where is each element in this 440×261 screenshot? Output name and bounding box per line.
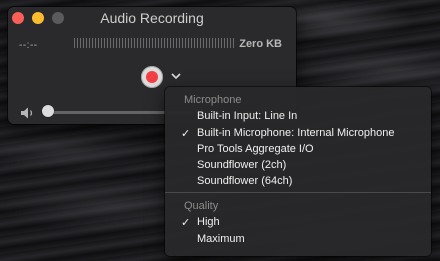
window-title: Audio Recording: [100, 10, 204, 26]
menu-item-soundflower-2ch[interactable]: Soundflower (2ch): [197, 159, 286, 171]
speaker-icon: [20, 106, 38, 120]
quality-section-header: Quality: [184, 200, 219, 212]
menu-item-built-in-microphone[interactable]: Built-in Microphone: Internal Microphone: [197, 127, 395, 139]
checkmark-icon: ✓: [181, 217, 191, 229]
record-icon: [146, 71, 158, 83]
audio-level-meter: [74, 38, 236, 48]
volume-slider-knob[interactable]: [42, 105, 54, 117]
menu-item-built-in-input[interactable]: Built-in Input: Line In: [197, 110, 297, 122]
menu-item-soundflower-64ch[interactable]: Soundflower (64ch): [197, 175, 292, 187]
options-dropdown-menu: Microphone Built-in Input: Line In ✓ Bui…: [165, 87, 431, 256]
microphone-section-header: Microphone: [184, 94, 242, 106]
menu-item-pro-tools[interactable]: Pro Tools Aggregate I/O: [197, 143, 314, 155]
recording-time: --:--: [19, 40, 38, 51]
checkmark-icon: ✓: [181, 128, 191, 140]
menu-item-quality-maximum[interactable]: Maximum: [197, 233, 245, 245]
options-menu-button[interactable]: [170, 69, 182, 83]
file-size: Zero KB: [239, 38, 282, 50]
chevron-down-icon: [171, 73, 181, 80]
record-button[interactable]: [141, 66, 163, 88]
menu-item-quality-high[interactable]: High: [197, 216, 220, 228]
menu-separator: [165, 192, 431, 193]
